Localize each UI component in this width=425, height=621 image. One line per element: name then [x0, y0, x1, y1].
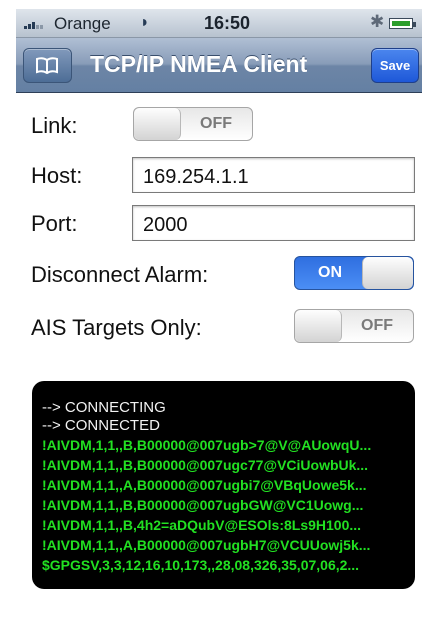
- console-line: !AIVDM,1,1,,B,B00000@007ugb>7@V@AUowqU..…: [42, 437, 372, 453]
- console-line: --> CONNECTED: [42, 417, 160, 434]
- bookmarks-button[interactable]: [23, 48, 72, 83]
- port-field[interactable]: [132, 205, 415, 241]
- book-icon: [36, 57, 58, 74]
- console-line: --> CONNECTING: [42, 399, 166, 416]
- navigation-bar: TCP/IP NMEA Client Save: [16, 38, 422, 93]
- signal-bars-icon: [24, 22, 43, 29]
- carrier-name: Orange: [54, 14, 111, 33]
- console-line: !AIVDM,1,1,,B,B00000@007ugbGW@VC1Uowg...: [42, 497, 364, 513]
- host-input[interactable]: [133, 158, 414, 192]
- bluetooth-icon: ✱: [370, 12, 385, 31]
- console-line: !AIVDM,1,1,,A,B00000@007ugbi7@VBqUowe5k.…: [42, 477, 367, 493]
- save-button[interactable]: Save: [371, 48, 419, 83]
- link-toggle-state: OFF: [200, 115, 232, 132]
- disconnect-alarm-state: ON: [318, 264, 342, 281]
- link-label: Link:: [31, 113, 78, 138]
- clock-time: 16:50: [204, 13, 251, 33]
- toggle-knob: [134, 108, 181, 140]
- host-label: Host:: [31, 163, 83, 188]
- status-bar: Orange ◗ 16:50 ✱: [16, 9, 422, 38]
- toggle-knob: [362, 257, 413, 289]
- ais-targets-toggle[interactable]: OFF: [294, 309, 414, 343]
- port-label: Port:: [31, 211, 78, 236]
- console-line: $GPGSV,3,3,12,16,10,173,,28,08,326,35,07…: [42, 557, 360, 573]
- console-line: !AIVDM,1,1,,A,B00000@007ugbH7@VCUUowj5k.…: [42, 537, 371, 553]
- link-toggle[interactable]: OFF: [133, 107, 253, 141]
- wifi-icon: ◗: [140, 14, 150, 31]
- page-title: TCP/IP NMEA Client: [90, 51, 308, 77]
- ais-targets-state: OFF: [361, 317, 393, 334]
- host-field[interactable]: [132, 157, 415, 193]
- disconnect-alarm-toggle[interactable]: ON: [294, 256, 414, 290]
- console-line: !AIVDM,1,1,,B,4h2=aDQubV@ESOls:8Ls9H100.…: [42, 517, 362, 533]
- console-line: !AIVDM,1,1,,B,B00000@007ugc77@VCiUowbUk.…: [42, 457, 369, 473]
- nmea-console[interactable]: --> CONNECTING --> CONNECTED !AIVDM,1,1,…: [32, 381, 415, 589]
- disconnect-alarm-label: Disconnect Alarm:: [31, 262, 209, 287]
- ais-targets-label: AIS Targets Only:: [31, 315, 202, 340]
- app-screen: Orange ◗ 16:50 ✱ TCP/IP NMEA Client Save…: [0, 0, 425, 621]
- toggle-knob: [295, 310, 342, 342]
- battery-icon: [389, 18, 416, 29]
- port-input[interactable]: [133, 206, 414, 240]
